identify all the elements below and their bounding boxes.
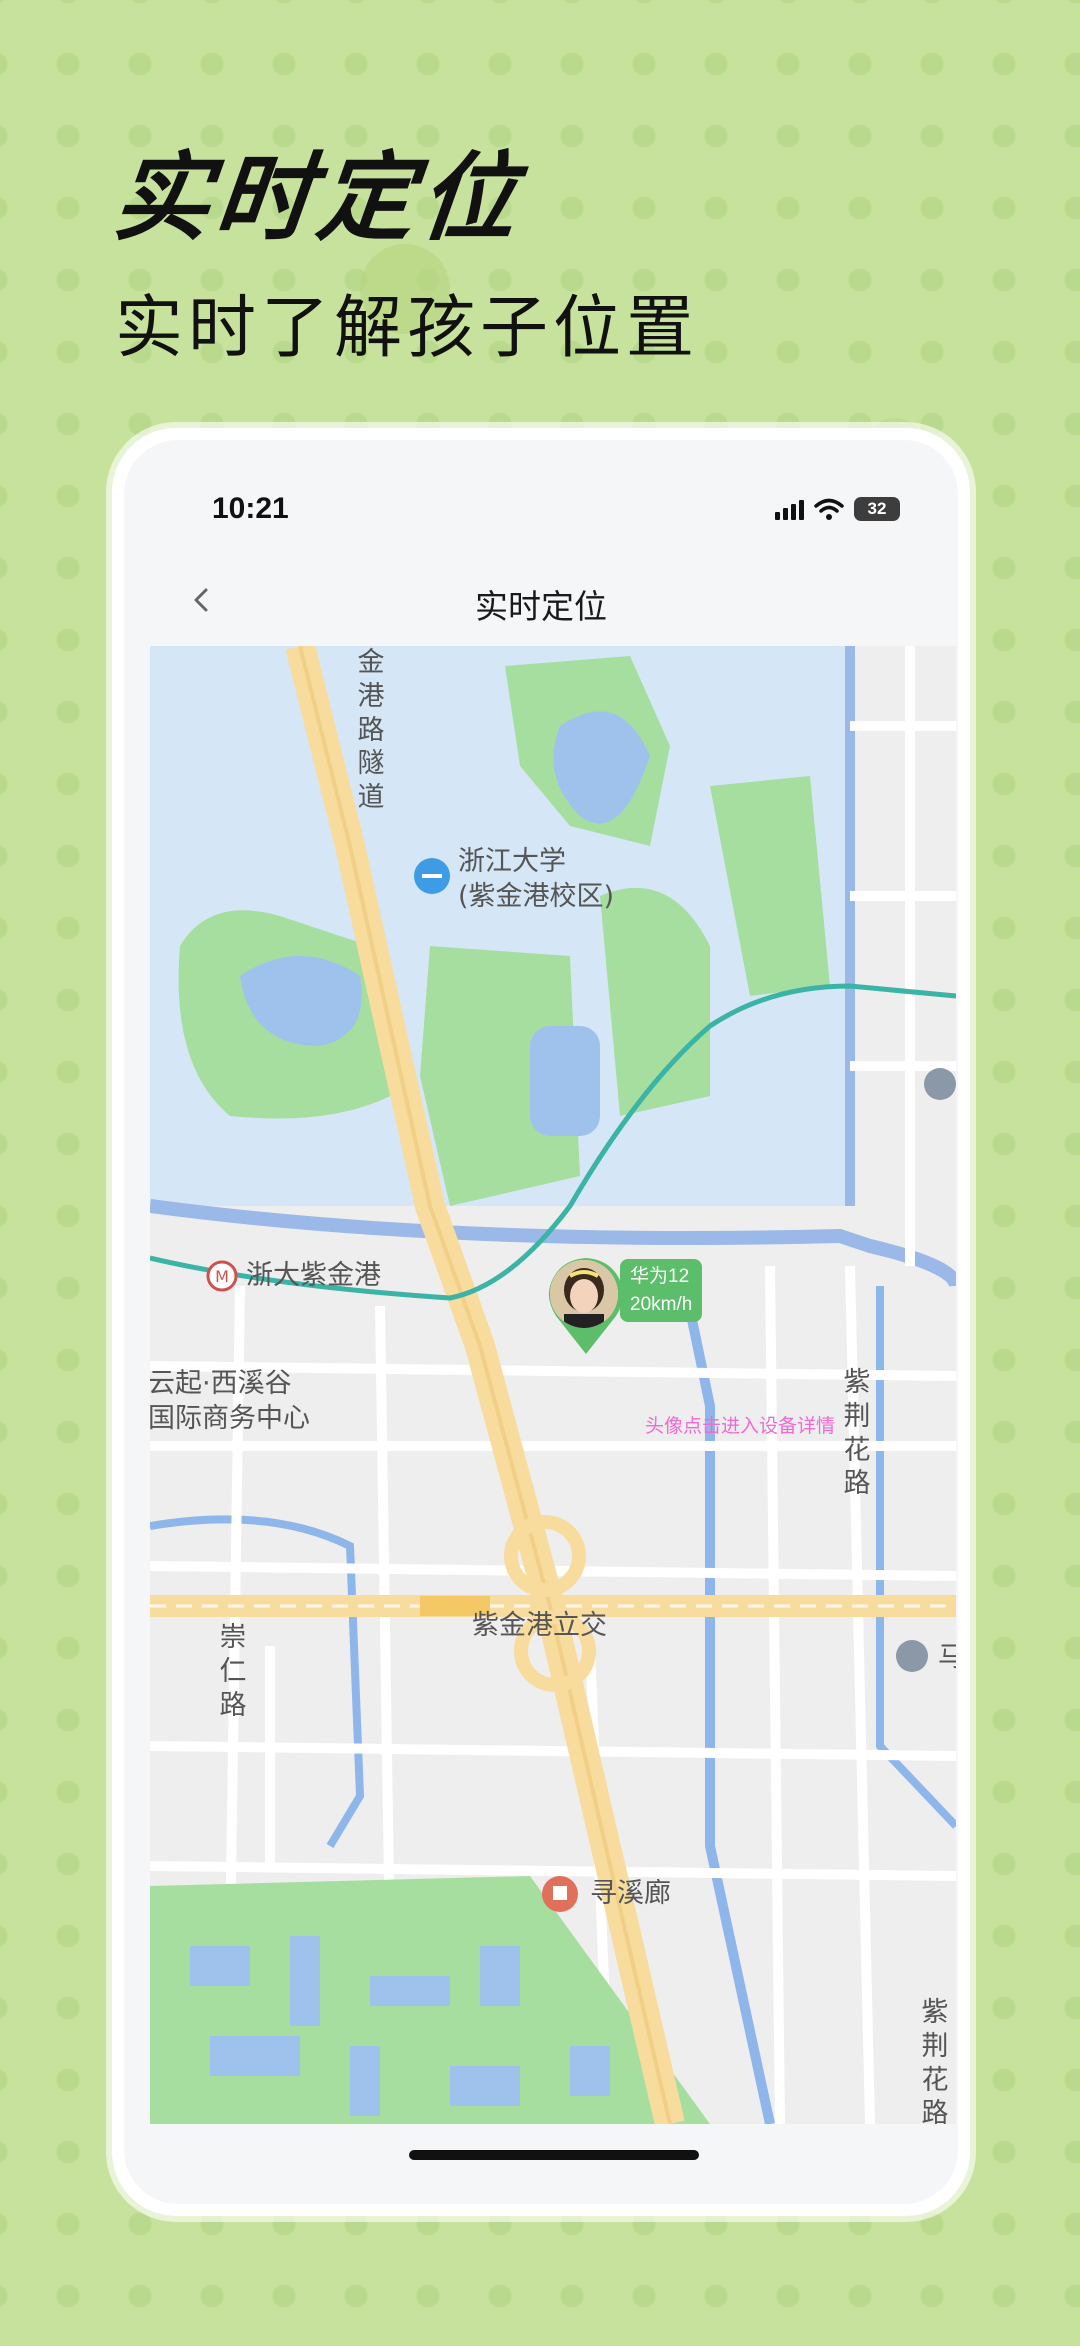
home-indicator[interactable]: [409, 2150, 699, 2160]
status-time: 10:21: [212, 492, 289, 525]
map-label-road-tunnel: 金港路隧道: [357, 647, 385, 813]
map-label-interchange: 紫金港立交: [472, 1610, 607, 1641]
map-label-university: 浙江大学 (紫金港校区): [458, 846, 615, 913]
map-label-attraction: 寻溪廊: [590, 1878, 671, 1909]
device-speed: 20km/h: [630, 1293, 693, 1315]
app-screen: 10:21 32 实时定位 M 浙江大学 (紫金港校区) 金港路隧道 浙大紫金港…: [124, 440, 958, 2204]
signal-icon: [775, 498, 804, 520]
device-name: 华为12: [630, 1266, 690, 1287]
map-label-metro-station: 浙大紫金港: [246, 1260, 381, 1291]
map-label-road-left: 崇仁路: [219, 1622, 247, 1721]
device-info-badge[interactable]: 华为12 20km/h: [620, 1259, 703, 1323]
avatar-hint: 头像点击进入设备详情: [645, 1415, 836, 1437]
map-label-business-center: 云起·西溪谷 国际商务中心: [150, 1368, 310, 1435]
svg-text:M: M: [215, 1267, 229, 1286]
map-label-road-right: 紫荆花路: [843, 1367, 871, 1500]
battery-icon: 32: [854, 497, 900, 521]
promo-headline: 实时定位: [108, 142, 528, 254]
map-label-road-right-lower: 紫荆花路: [921, 1997, 949, 2124]
avatar[interactable]: [550, 1260, 618, 1328]
wifi-icon: [814, 498, 844, 520]
location-pin-icon[interactable]: [546, 1256, 626, 1356]
map-view[interactable]: M 浙江大学 (紫金港校区) 金港路隧道 浙大紫金港 云起·西溪谷 国际商务中心: [150, 646, 956, 2124]
map-label-edge-poi: 马: [938, 1642, 956, 1673]
phone-frame: 10:21 32 实时定位 M 浙江大学 (紫金港校区) 金港路隧道 浙大紫金港…: [112, 428, 970, 2216]
status-icons: 32: [775, 492, 900, 526]
promo-subheadline: 实时了解孩子位置: [115, 289, 700, 368]
page-title: 实时定位: [475, 587, 607, 626]
